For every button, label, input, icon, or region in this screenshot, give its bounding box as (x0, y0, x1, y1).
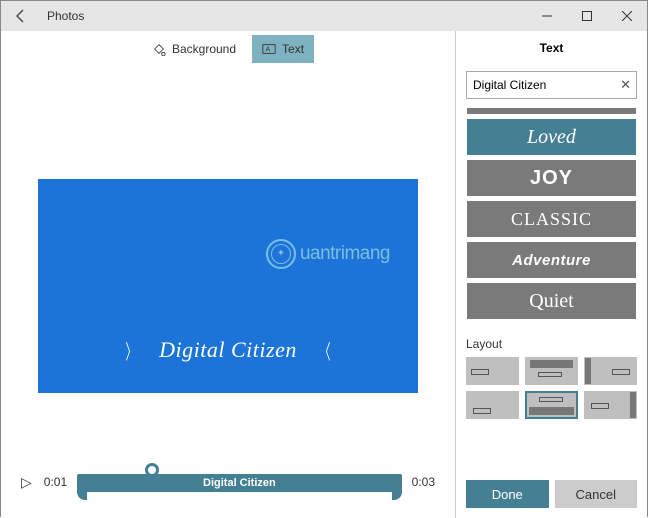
layout-option-3[interactable] (584, 357, 637, 385)
close-button[interactable] (607, 1, 647, 31)
svg-text:A: A (266, 47, 271, 54)
time-end: 0:03 (412, 475, 435, 489)
layout-option-1[interactable] (466, 357, 519, 385)
preview-text: Digital Citizen (159, 337, 297, 363)
layout-option-4[interactable] (466, 391, 519, 419)
text-styles-list[interactable]: Loved JOY CLASSIC Adventure Quiet (466, 107, 637, 327)
back-button[interactable] (1, 1, 41, 31)
play-button[interactable]: ▷ (21, 474, 32, 491)
text-style-joy[interactable]: JOY (467, 160, 636, 196)
maximize-button[interactable] (567, 1, 607, 31)
text-style-quiet[interactable]: Quiet (467, 283, 636, 319)
minimize-button[interactable] (527, 1, 567, 31)
chevron-left-icon: 〉 (126, 336, 137, 365)
layout-label: Layout (466, 337, 637, 351)
timeline[interactable]: Digital Citizen (79, 467, 400, 497)
window-controls (527, 1, 647, 31)
layout-option-5[interactable] (525, 391, 578, 419)
text-style-classic[interactable]: CLASSIC (467, 201, 636, 237)
layout-section: Layout (466, 337, 637, 419)
left-pane: Background A Text ✦ uantrimang 〉 Digital… (1, 31, 455, 518)
watermark: ✦ uantrimang (266, 239, 390, 269)
text-tab[interactable]: A Text (252, 35, 314, 63)
preview-area: ✦ uantrimang 〉 Digital Citizen 〈 (1, 125, 455, 446)
panel-title: Text (456, 31, 647, 65)
clear-input-icon[interactable]: ✕ (620, 77, 631, 93)
timeline-area: ▷ 0:01 Digital Citizen 0:03 (1, 446, 455, 518)
preview-card[interactable]: ✦ uantrimang 〉 Digital Citizen 〈 (38, 179, 418, 393)
caption-input[interactable] (466, 71, 637, 99)
time-start: 0:01 (44, 475, 67, 489)
background-label: Background (172, 42, 236, 56)
done-button[interactable]: Done (466, 480, 549, 508)
trim-handle-left[interactable] (77, 474, 87, 500)
text-style-loved[interactable]: Loved (467, 119, 636, 155)
chevron-right-icon: 〈 (319, 336, 330, 365)
text-panel: Text ✕ Loved JOY CLASSIC Adventure Quiet… (455, 31, 647, 518)
text-icon: A (262, 42, 276, 56)
text-label: Text (282, 42, 304, 56)
app-title: Photos (47, 9, 84, 23)
paint-bucket-icon (152, 42, 166, 56)
trim-handle-right[interactable] (392, 474, 402, 500)
cancel-button[interactable]: Cancel (555, 480, 638, 508)
panel-buttons: Done Cancel (456, 470, 647, 518)
text-style-option[interactable] (467, 108, 636, 114)
text-style-adventure[interactable]: Adventure (467, 242, 636, 278)
layout-option-6[interactable] (584, 391, 637, 419)
background-tab[interactable]: Background (142, 35, 246, 63)
layout-option-2[interactable] (525, 357, 578, 385)
toolbar: Background A Text (1, 33, 455, 65)
titlebar: Photos (1, 1, 647, 31)
timeline-clip[interactable]: Digital Citizen (79, 474, 400, 492)
